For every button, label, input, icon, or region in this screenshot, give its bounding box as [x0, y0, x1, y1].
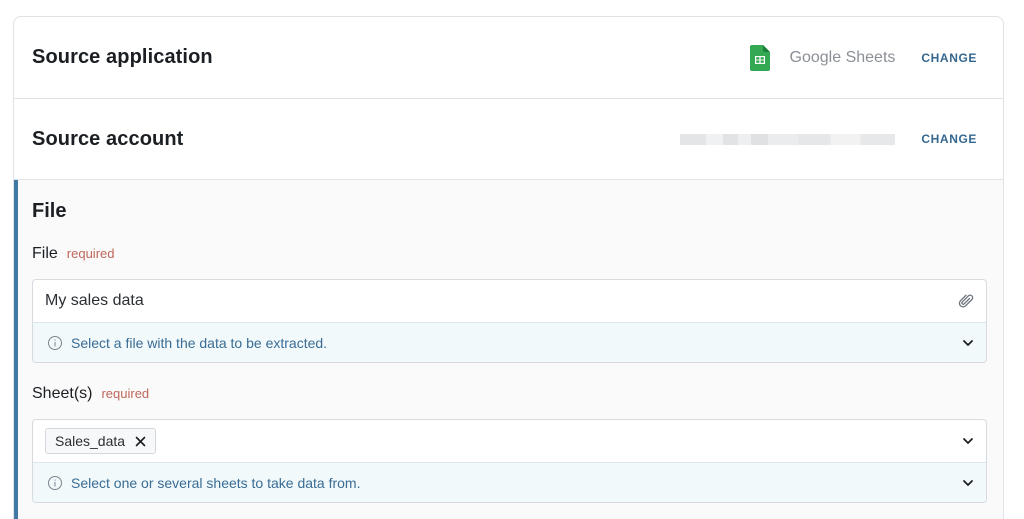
sheets-field: Sales_data Select one or several sheets … [32, 419, 987, 503]
file-section: File File required My sales data Select … [14, 180, 1003, 519]
sheets-hint-text: Select one or several sheets to take dat… [71, 475, 361, 491]
sheets-label-text: Sheet(s) [32, 385, 92, 403]
source-config-card: Source application Google Sheets CHANGE … [13, 16, 1004, 519]
chevron-down-icon[interactable] [962, 435, 974, 447]
sheets-hint[interactable]: Select one or several sheets to take dat… [33, 463, 986, 503]
sheets-field-label: Sheet(s) required [32, 385, 149, 403]
source-application-title: Source application [32, 46, 213, 69]
file-field-label: File required [32, 245, 114, 263]
info-icon [47, 335, 63, 351]
google-sheets-icon [750, 45, 770, 71]
paperclip-icon[interactable] [958, 293, 974, 309]
file-field: My sales data Select a file with the dat… [32, 279, 987, 363]
file-hint[interactable]: Select a file with the data to be extrac… [33, 323, 986, 363]
source-account-title: Source account [32, 128, 183, 151]
sheet-tag: Sales_data [45, 428, 156, 454]
file-input-value: My sales data [45, 292, 144, 310]
source-app-name: Google Sheets [790, 49, 896, 67]
change-source-application-button[interactable]: CHANGE [921, 51, 977, 65]
chevron-down-icon[interactable] [962, 337, 974, 349]
sheet-tag-label: Sales_data [55, 433, 125, 449]
blurred-account-name [680, 134, 895, 145]
file-input[interactable]: My sales data [33, 280, 986, 323]
chevron-down-icon[interactable] [962, 477, 974, 489]
source-account-row: Source account CHANGE [14, 99, 1003, 180]
close-icon[interactable] [135, 436, 146, 447]
change-source-account-button[interactable]: CHANGE [921, 132, 977, 146]
sheets-required-badge: required [101, 386, 149, 401]
file-hint-text: Select a file with the data to be extrac… [71, 335, 327, 351]
source-application-row: Source application Google Sheets CHANGE [14, 17, 1003, 99]
file-required-badge: required [67, 246, 115, 261]
file-label-text: File [32, 245, 58, 263]
sheets-select[interactable]: Sales_data [33, 420, 986, 463]
file-section-title: File [32, 200, 66, 223]
info-icon [47, 475, 63, 491]
